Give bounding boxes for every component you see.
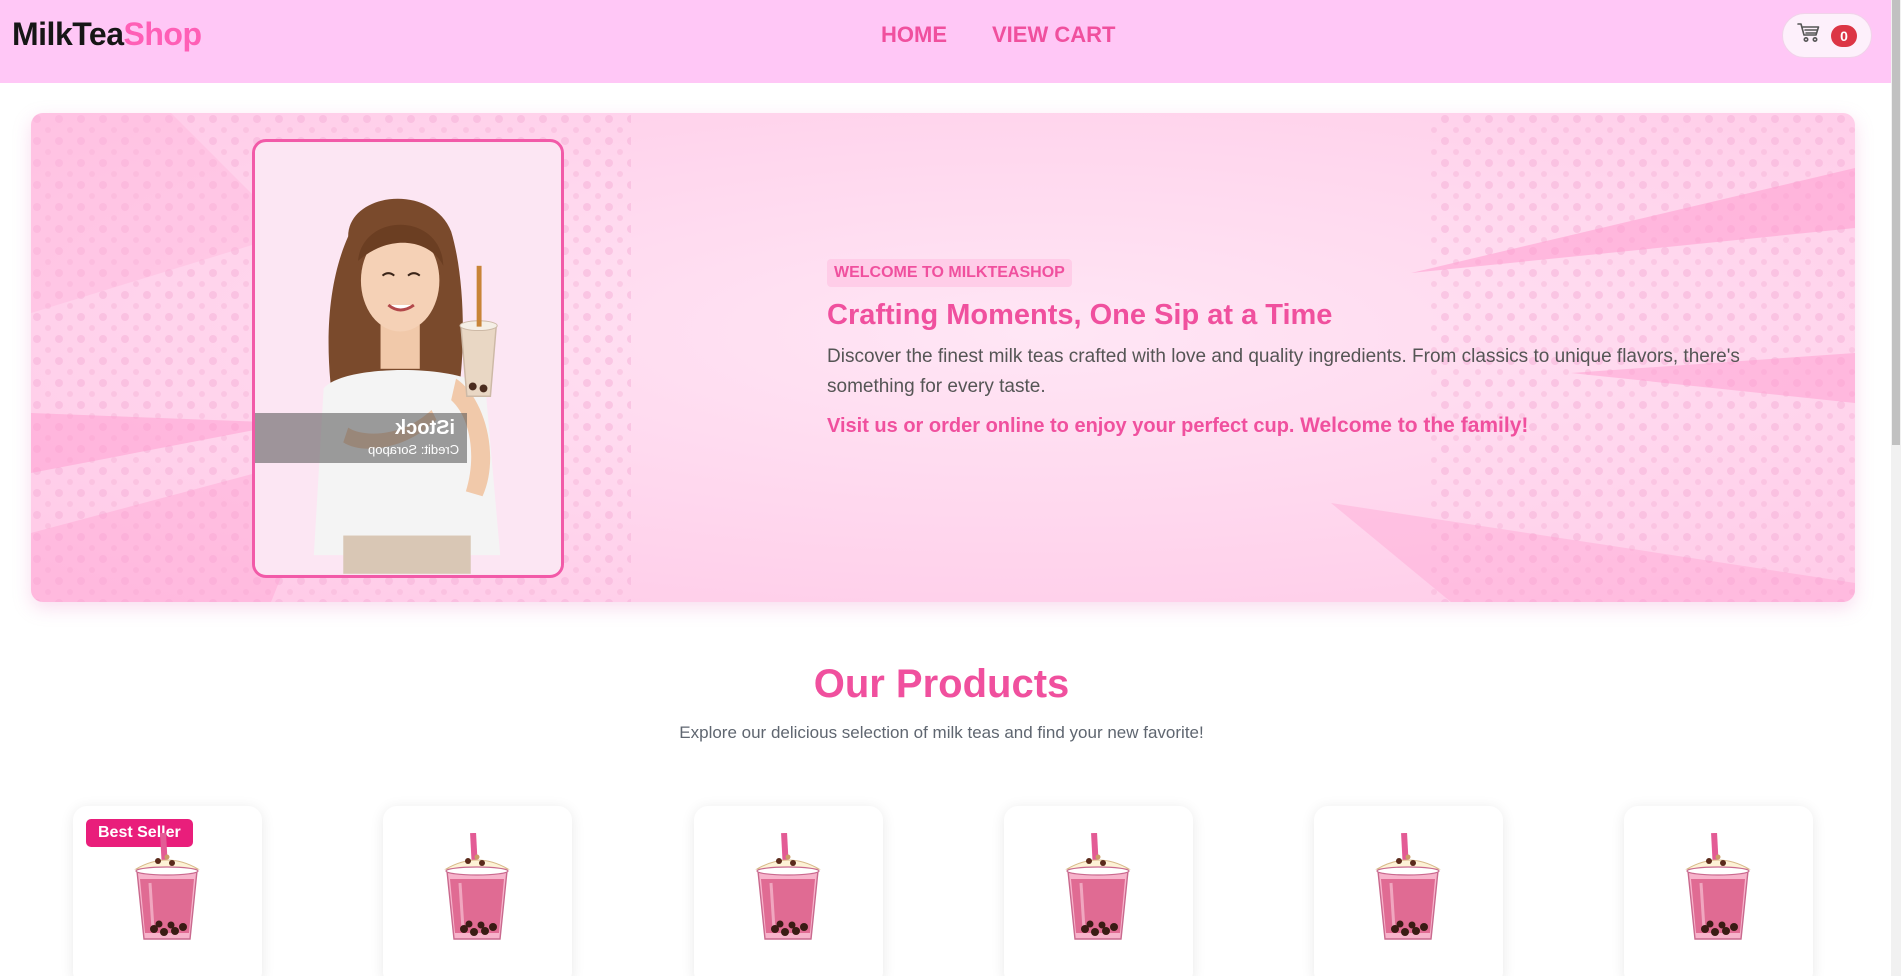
product-card[interactable] (1314, 806, 1503, 976)
brand-name-part2: Shop (123, 16, 202, 52)
hero-cta-text: Visit us or order online to enjoy your p… (827, 415, 1295, 437)
hero-text-block: WELCOME TO MILKTEASHOP Crafting Moments,… (827, 259, 1807, 438)
hero-cta-strong: Welcome to the family! (1300, 414, 1529, 437)
hero-image-frame: iStock Credit: Sorapop (252, 139, 564, 578)
nav-links: HOME VIEW CART (881, 22, 1115, 48)
brand-logo[interactable]: MilkTeaShop (12, 16, 202, 53)
milk-tea-cup-icon (444, 833, 510, 941)
milk-tea-cup-icon (755, 833, 821, 941)
woman-holding-milk-tea-photo (255, 143, 561, 574)
hero-title: Crafting Moments, One Sip at a Time (827, 299, 1333, 331)
brand-name-part1: MilkTea (12, 16, 124, 52)
hero-banner: iStock Credit: Sorapop WELCOME TO MILKTE… (31, 113, 1855, 602)
products-subtitle: Explore our delicious selection of milk … (679, 723, 1204, 742)
hero-cta: Visit us or order online to enjoy your p… (827, 414, 1807, 438)
image-watermark: iStock Credit: Sorapop (255, 413, 467, 463)
nav-link-home[interactable]: HOME (881, 22, 947, 48)
product-card[interactable] (694, 806, 883, 976)
product-card[interactable]: Best Seller (73, 806, 262, 976)
nav-link-view-cart[interactable]: VIEW CART (992, 22, 1115, 48)
milk-tea-cup-icon (1375, 833, 1441, 941)
milk-tea-cup-icon (134, 833, 200, 941)
top-navbar: MilkTeaShop HOME VIEW CART 0 (0, 0, 1891, 83)
welcome-badge: WELCOME TO MILKTEASHOP (827, 259, 1072, 287)
cart-button[interactable]: 0 (1782, 13, 1872, 58)
watermark-credit: Credit: Sorapop (367, 442, 459, 457)
products-title: Our Products (813, 662, 1070, 706)
hero-description: Discover the finest milk teas crafted wi… (827, 346, 1740, 397)
product-card[interactable] (1004, 806, 1193, 976)
product-card[interactable] (1624, 806, 1813, 976)
watermark-brand: iStock (394, 417, 455, 439)
cart-count-badge: 0 (1831, 24, 1857, 47)
cart-icon (1797, 22, 1821, 49)
milk-tea-cup-icon (1065, 833, 1131, 941)
scrollbar-thumb[interactable] (1892, 0, 1900, 445)
milk-tea-cup-icon (1685, 833, 1751, 941)
page-scrollbar[interactable] (1891, 0, 1901, 976)
product-card[interactable] (383, 806, 572, 976)
